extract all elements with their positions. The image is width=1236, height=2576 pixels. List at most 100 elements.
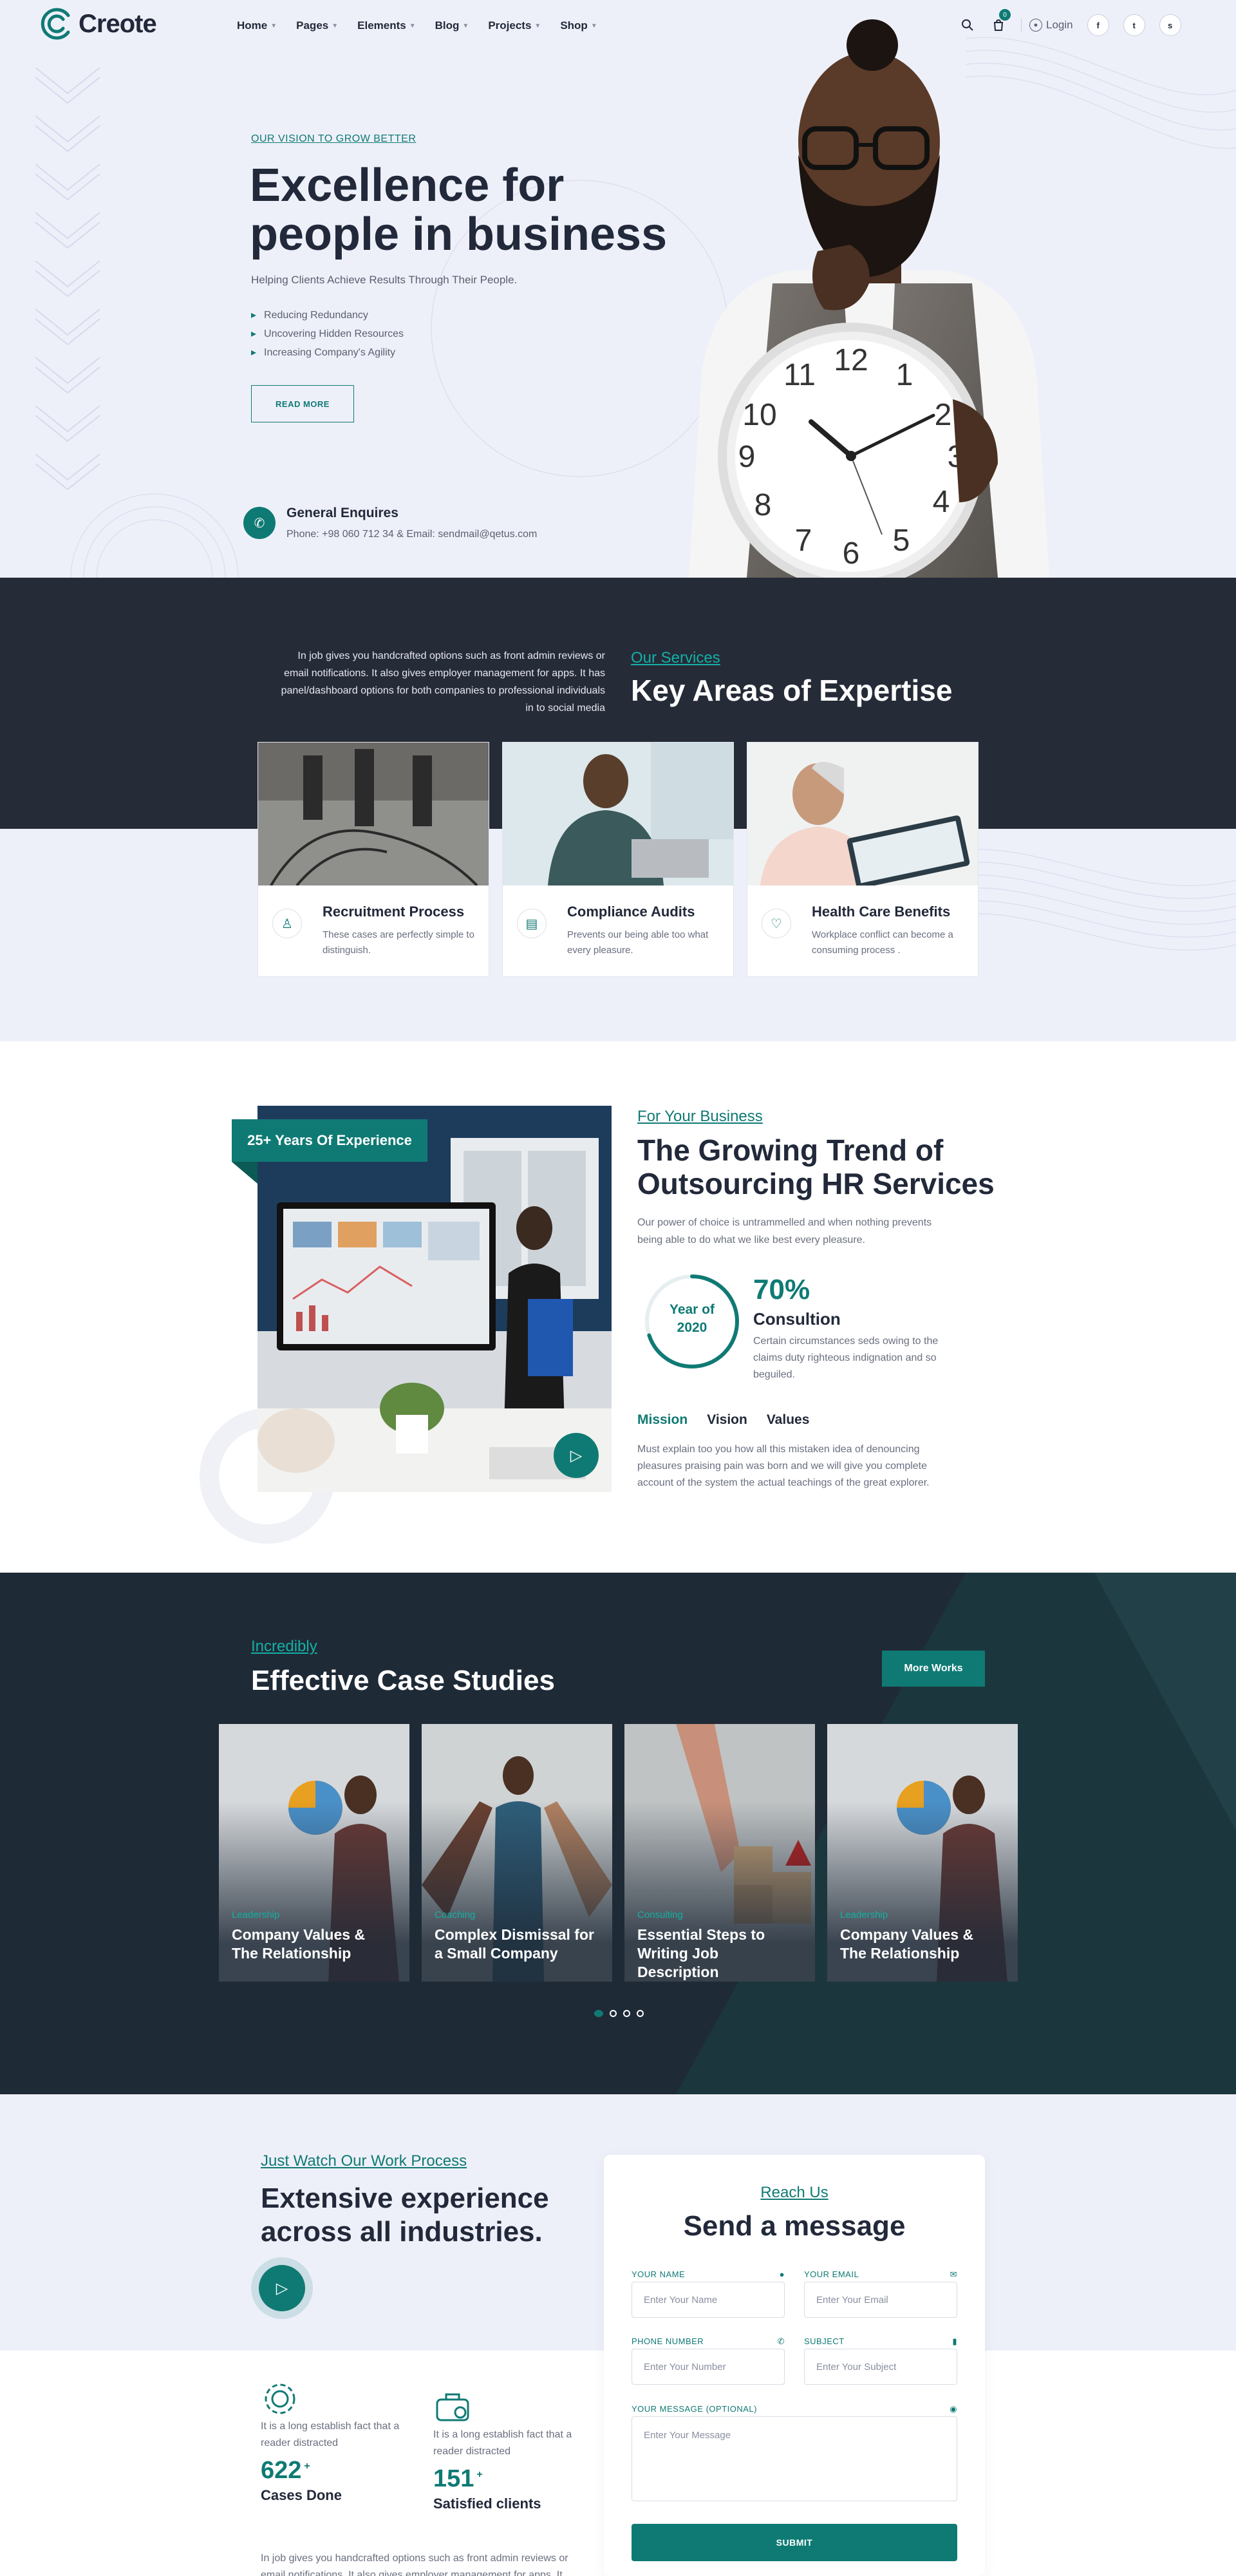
experience-badge: 25+ Years Of Experience	[232, 1119, 427, 1162]
services-description: In job gives you handcrafted options suc…	[281, 650, 605, 714]
email-label-text: YOUR EMAIL	[804, 2269, 859, 2279]
service-card-title: Health Care Benefits	[812, 904, 951, 920]
case-category[interactable]: Leadership	[232, 1909, 279, 1920]
ring-label-line1: Year of	[669, 1302, 715, 1317]
play-video-button[interactable]: ▷	[554, 1433, 599, 1478]
briefcase-icon	[433, 2388, 588, 2421]
case-studies-title: Effective Case Studies	[251, 1665, 555, 1696]
case-title[interactable]: Company Values & The Relationship	[232, 1926, 393, 1963]
service-card-desc: These cases are perfectly simple to dist…	[323, 929, 474, 956]
case-category[interactable]: Leadership	[840, 1909, 888, 1920]
carousel-dot[interactable]	[610, 2010, 617, 2017]
case-title[interactable]: Company Values & The Relationship	[840, 1926, 1001, 1963]
chevron-down-icon: ▼	[270, 22, 277, 30]
case-category[interactable]: Consulting	[637, 1909, 683, 1920]
chat-icon: ◉	[950, 2404, 957, 2414]
case-studies-tag[interactable]: Incredibly	[251, 1638, 317, 1656]
work-process-tag[interactable]: Just Watch Our Work Process	[261, 2152, 467, 2170]
stat-number: 622 +	[261, 2457, 415, 2485]
message-field[interactable]	[632, 2416, 957, 2501]
nav-projects[interactable]: Projects ▼	[488, 19, 541, 32]
consultion-percent: 70%	[753, 1274, 810, 1305]
main-nav: Home ▼ Pages ▼ Elements ▼ Blog ▼ Projects ▼ S…	[237, 19, 597, 32]
more-works-button[interactable]: More Works	[882, 1651, 985, 1687]
hero-feature-item: Reducing Redundancy	[251, 306, 404, 325]
chevron-down-icon: ▼	[534, 22, 541, 30]
name-label: YOUR NAME ●	[632, 2269, 785, 2279]
email-label: YOUR EMAIL ✉	[804, 2269, 957, 2280]
name-field[interactable]	[632, 2282, 785, 2318]
case-card[interactable]: Consulting Essential Steps to Writing Jo…	[624, 1724, 815, 1982]
hero-man-with-clock-image: 12 12 345 678 91011	[689, 19, 1049, 578]
site-header: Creote Home ▼ Pages ▼ Elements ▼ Blog ▼ Proj…	[0, 0, 1236, 55]
trend-tag[interactable]: For Your Business	[637, 1108, 763, 1126]
phone-icon: ✆	[777, 2336, 785, 2346]
nav-pages[interactable]: Pages ▼	[296, 19, 338, 32]
carousel-dot[interactable]	[623, 2010, 630, 2017]
svg-text:8: 8	[754, 488, 772, 522]
contact-form: Reach Us Send a message YOUR NAME ● YOUR …	[604, 2155, 985, 2576]
hero-title-line1: Excellence for	[250, 160, 565, 211]
twitter-icon[interactable]: t	[1123, 14, 1145, 36]
case-category[interactable]: Coaching	[435, 1909, 475, 1920]
facebook-icon[interactable]: f	[1087, 14, 1109, 36]
carousel-dot[interactable]	[637, 2010, 644, 2017]
stat-label: Satisfied clients	[433, 2496, 541, 2512]
compliance-image	[503, 743, 735, 886]
case-card[interactable]: Leadership Company Values & The Relation…	[827, 1724, 1018, 1982]
tab-values[interactable]: Values	[767, 1412, 810, 1428]
subject-field[interactable]	[804, 2349, 957, 2385]
services-tag[interactable]: Our Services	[631, 649, 720, 667]
brand-name: Creote	[79, 9, 157, 38]
svg-text:6: 6	[843, 536, 860, 571]
read-more-button[interactable]: READ MORE	[251, 385, 354, 422]
play-video-button[interactable]: ▷	[259, 2265, 305, 2311]
nav-elements[interactable]: Elements ▼	[357, 19, 416, 32]
svg-text:9: 9	[738, 440, 756, 474]
service-card-compliance[interactable]: ▤ Compliance Audits Prevents our being a…	[502, 742, 735, 977]
work-process-title: Extensive experience across all industri…	[261, 2183, 549, 2248]
login-label: Login	[1046, 19, 1073, 31]
gear-icon	[261, 2380, 415, 2414]
envelope-icon: ✉	[950, 2269, 957, 2279]
case-title[interactable]: Complex Dismissal for a Small Company	[435, 1926, 595, 1963]
service-card-recruitment[interactable]: ♙ Recruitment Process These cases are pe…	[258, 742, 490, 977]
user-icon: ●	[1029, 19, 1042, 32]
tab-vision[interactable]: Vision	[707, 1412, 747, 1428]
stat-desc: It is a long establish fact that a reade…	[261, 2421, 400, 2448]
chevron-down-icon: ▼	[409, 22, 416, 30]
service-card-healthcare[interactable]: ♡ Health Care Benefits Workplace conflic…	[747, 742, 979, 977]
svg-text:2: 2	[935, 398, 952, 432]
login-link[interactable]: ● Login	[1021, 19, 1073, 32]
svg-text:12: 12	[834, 343, 868, 377]
nav-blog[interactable]: Blog ▼	[435, 19, 469, 32]
ring-label: Year of 2020	[642, 1301, 742, 1337]
tab-mission[interactable]: Mission	[637, 1412, 688, 1428]
phone-field[interactable]	[632, 2349, 785, 2385]
brand-logo[interactable]: Creote	[40, 6, 157, 41]
svg-text:7: 7	[795, 524, 812, 558]
search-icon[interactable]	[959, 17, 976, 33]
nav-shop[interactable]: Shop ▼	[560, 19, 597, 32]
case-card[interactable]: Leadership Company Values & The Relation…	[219, 1724, 409, 1982]
hero-section: 12 1 2 345 678 9 10 11 OUR VISION TO GROW BE…	[0, 0, 1236, 578]
case-title[interactable]: Essential Steps to Writing Job Descripti…	[637, 1926, 798, 1982]
svg-text:1: 1	[896, 358, 913, 392]
cart-icon[interactable]: 0	[990, 9, 1011, 33]
email-field[interactable]	[804, 2282, 957, 2318]
skype-icon[interactable]: s	[1159, 14, 1181, 36]
case-card[interactable]: Coaching Complex Dismissal for a Small C…	[422, 1724, 612, 1982]
chevron-down-icon: ▼	[332, 22, 339, 30]
hero-tagline[interactable]: OUR VISION TO GROW BETTER	[251, 133, 416, 145]
mvv-tabs: Mission Vision Values	[637, 1412, 809, 1428]
trend-paragraph: Our power of choice is untrammelled and …	[637, 1217, 932, 1245]
nav-label: Home	[237, 19, 268, 32]
services-title: Key Areas of Expertise	[631, 674, 953, 707]
nav-label: Blog	[435, 19, 460, 32]
submit-button[interactable]: SUBMIT	[632, 2524, 957, 2561]
carousel-dot[interactable]	[594, 2010, 603, 2017]
form-tag[interactable]: Reach Us	[604, 2184, 985, 2202]
nav-home[interactable]: Home ▼	[237, 19, 277, 32]
enquiry-title: General Enquires	[286, 506, 398, 520]
cart-count-badge: 0	[999, 9, 1011, 21]
